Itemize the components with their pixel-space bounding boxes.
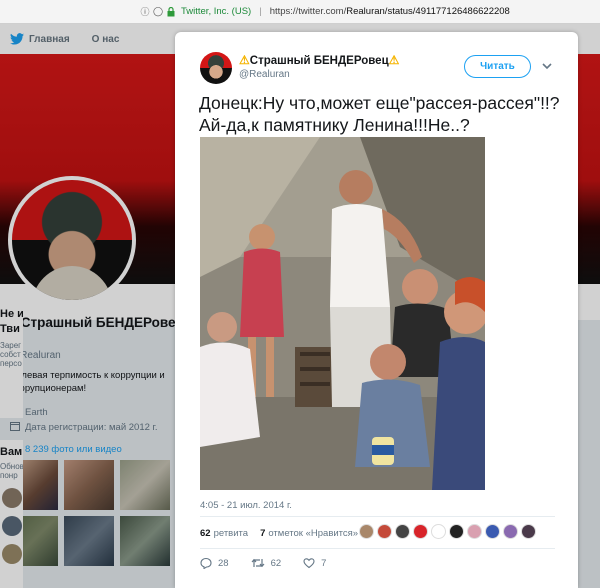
warning-icon: ⚠ bbox=[239, 53, 250, 67]
liker-avatar[interactable] bbox=[485, 524, 500, 539]
tweet-author-avatar[interactable] bbox=[200, 52, 232, 84]
heart-icon bbox=[303, 558, 315, 569]
follow-button[interactable]: Читать bbox=[464, 55, 531, 78]
url-separator: | bbox=[259, 6, 262, 17]
retweets-stat[interactable]: 62 ретвита bbox=[200, 528, 248, 539]
liker-avatar[interactable] bbox=[467, 524, 482, 539]
tweet-photo[interactable] bbox=[200, 137, 485, 490]
url-prefix: https://twitter.com/ bbox=[269, 6, 347, 17]
tweet-author-handle[interactable]: @Realuran bbox=[239, 69, 290, 80]
liker-avatar[interactable] bbox=[413, 524, 428, 539]
liker-avatar[interactable] bbox=[449, 524, 464, 539]
tweet-author-name-text: Страшный БЕНДЕРовец bbox=[249, 55, 389, 67]
tweet-text: Донецк:Ну что,может еще"рассея-рассея"!!… bbox=[199, 93, 560, 135]
reply-count: 28 bbox=[218, 557, 229, 569]
retweets-count: 62 bbox=[200, 528, 211, 539]
likes-stat[interactable]: 7 отметок «Нравится» bbox=[260, 528, 358, 539]
retweets-label: ретвита bbox=[213, 528, 249, 539]
liker-avatar[interactable] bbox=[503, 524, 518, 539]
chevron-down-icon[interactable] bbox=[541, 60, 553, 72]
like-button[interactable]: 7 bbox=[303, 557, 326, 569]
likes-count: 7 bbox=[260, 528, 266, 539]
tweet-photo-image bbox=[200, 137, 485, 490]
liker-avatar[interactable] bbox=[377, 524, 392, 539]
shield-icon[interactable]: ◯ bbox=[153, 6, 163, 17]
reply-button[interactable]: 28 bbox=[200, 557, 229, 569]
url-path: Realuran/status/491177126486622208 bbox=[346, 6, 510, 17]
tweet-timestamp[interactable]: 4:05 - 21 июл. 2014 г. bbox=[200, 500, 292, 511]
tweet-modal: ⚠Страшный БЕНДЕРовец⚠ @Realuran Читать Д… bbox=[175, 32, 578, 588]
liker-avatar[interactable] bbox=[395, 524, 410, 539]
reply-icon bbox=[200, 557, 212, 569]
warning-icon: ⚠ bbox=[388, 53, 400, 67]
tweet-author-name[interactable]: ⚠Страшный БЕНДЕРовец⚠ bbox=[239, 53, 399, 67]
like-count: 7 bbox=[321, 557, 327, 569]
info-icon[interactable]: ⓘ bbox=[140, 7, 150, 17]
browser-address-bar[interactable]: ⓘ ◯ Twitter, Inc. (US) | https://twitter… bbox=[0, 0, 600, 24]
likes-label: отметок «Нравится» bbox=[268, 528, 359, 539]
tweet-stats: 62 ретвита 7 отметок «Нравится» bbox=[200, 528, 370, 539]
liker-avatar[interactable] bbox=[521, 524, 536, 539]
lock-icon[interactable] bbox=[166, 6, 176, 17]
liker-avatar[interactable] bbox=[431, 524, 446, 539]
liker-avatars bbox=[359, 524, 539, 539]
retweet-count: 62 bbox=[270, 557, 282, 569]
site-owner: Twitter, Inc. (US) bbox=[181, 6, 252, 17]
retweet-icon bbox=[251, 558, 265, 568]
divider bbox=[200, 516, 555, 517]
retweet-button[interactable]: 62 bbox=[251, 557, 282, 569]
liker-avatar[interactable] bbox=[359, 524, 374, 539]
divider bbox=[200, 548, 555, 549]
url-text[interactable]: https://twitter.com/Realuran/status/4911… bbox=[270, 6, 510, 17]
tweet-actions: 28 62 7 bbox=[200, 557, 348, 569]
